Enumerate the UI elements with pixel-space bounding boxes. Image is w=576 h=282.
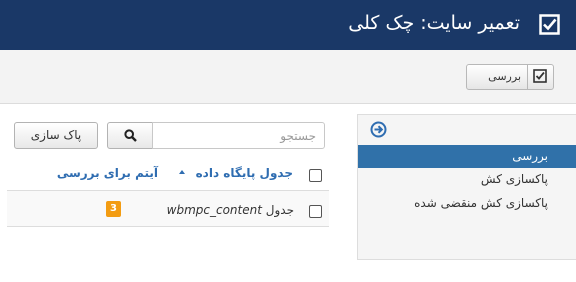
page-title: تعمیر سایت: چک کلی	[348, 12, 520, 34]
sidebar-item-clear-cache[interactable]: پاکسازی کش	[358, 168, 576, 191]
search-input[interactable]	[152, 122, 325, 149]
table-prefix: جدول	[265, 203, 294, 217]
clear-button[interactable]: پاک سازی	[14, 122, 98, 149]
search-icon	[124, 129, 137, 142]
toolbar: بررسی	[0, 50, 576, 104]
check-button[interactable]: بررسی	[466, 64, 554, 90]
circle-arrow-right-icon[interactable]	[370, 121, 387, 138]
sort-asc-icon	[179, 170, 185, 174]
checkbox-checked-icon	[539, 14, 560, 35]
checkbox-checked-icon	[533, 69, 547, 83]
search-button[interactable]	[107, 122, 153, 149]
select-all-checkbox[interactable]	[309, 169, 322, 182]
page-header: تعمیر سایت: چک کلی	[0, 0, 576, 50]
row-checkbox[interactable]	[309, 205, 322, 218]
sidebar: بررسی پاکسازی کش پاکسازی کش منقضی شده	[357, 114, 576, 260]
table-name-cell: جدول wbmpc_content	[167, 203, 294, 217]
sidebar-item-clear-expired-cache[interactable]: پاکسازی کش منقضی شده	[358, 192, 576, 215]
check-button-icon-box	[527, 65, 553, 89]
count-badge: 3	[106, 201, 121, 217]
sidebar-item-check[interactable]: بررسی	[358, 145, 576, 168]
column-header-items-to-check[interactable]: آیتم برای بررسی	[57, 166, 158, 180]
check-button-label: بررسی	[488, 70, 521, 83]
column-header-table-name[interactable]: جدول پایگاه داده	[196, 166, 293, 180]
table-name: wbmpc_content	[166, 203, 262, 217]
